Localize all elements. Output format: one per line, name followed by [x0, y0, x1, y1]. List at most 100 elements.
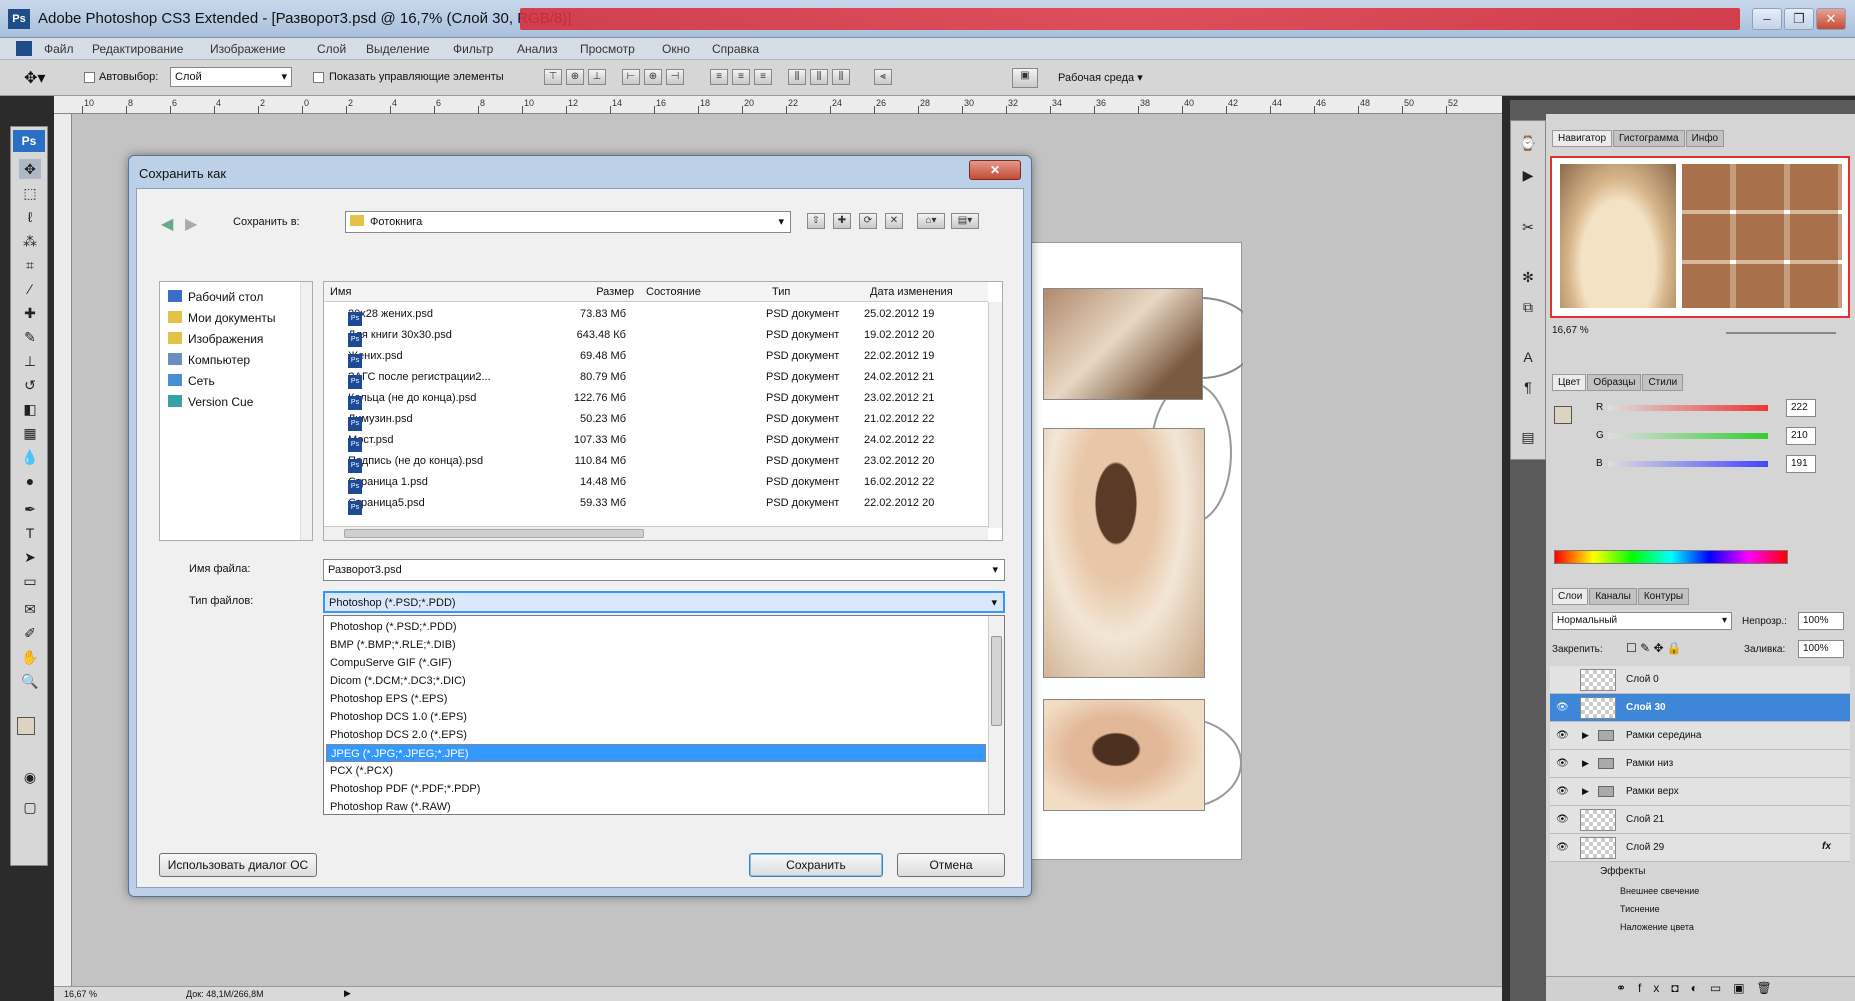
- gradient-tool-icon[interactable]: ▦: [19, 423, 41, 443]
- workspace-menu[interactable]: Рабочая среда ▾: [1058, 71, 1143, 84]
- move-tool-icon[interactable]: ✥: [19, 159, 41, 179]
- channel-value-field[interactable]: 222: [1786, 399, 1816, 417]
- status-zoom[interactable]: 16,67 %: [64, 989, 97, 999]
- filetype-option[interactable]: Photoshop PDF (*.PDF;*.PDP): [326, 780, 986, 798]
- ps-menu-icon[interactable]: [16, 41, 32, 56]
- file-row[interactable]: Ps Для книги 30x30.psd 643.48 Кб PSD докуме…: [348, 325, 988, 347]
- brushes-panel-icon[interactable]: ✻: [1517, 267, 1539, 287]
- autoselect-select[interactable]: Слой ▾: [170, 67, 292, 87]
- tab-color[interactable]: Цвет: [1552, 374, 1587, 391]
- align-hcenter-icon[interactable]: ⊕: [644, 69, 662, 85]
- align-right-icon[interactable]: ⊣: [666, 69, 684, 85]
- distribute-hcenter-icon[interactable]: ⫼: [810, 69, 828, 85]
- layer-row[interactable]: Слой 0: [1550, 666, 1850, 694]
- filetype-option[interactable]: PCX (*.PCX): [326, 762, 986, 780]
- history-panel-icon[interactable]: ⌚: [1517, 133, 1539, 153]
- tool-presets-icon[interactable]: ✂: [1517, 217, 1539, 237]
- effect-item[interactable]: Наложение цвета: [1620, 922, 1694, 932]
- visibility-eye-icon[interactable]: 👁: [1556, 730, 1569, 741]
- menu-filter[interactable]: Фильтр: [453, 42, 493, 56]
- filetype-option[interactable]: Photoshop DCS 1.0 (*.EPS): [326, 708, 986, 726]
- channel-value-field[interactable]: 210: [1786, 427, 1816, 445]
- visibility-eye-icon[interactable]: 👁: [1556, 786, 1569, 797]
- visibility-eye-icon[interactable]: 👁: [1556, 814, 1569, 825]
- lock-icons[interactable]: ☐ ✎ ✥ 🔒: [1626, 641, 1682, 655]
- tab-info[interactable]: Инфо: [1685, 130, 1725, 147]
- place-item[interactable]: Рабочий стол: [168, 290, 263, 304]
- tab-layers[interactable]: Слои: [1552, 588, 1589, 605]
- menu-image[interactable]: Изображение: [210, 42, 286, 56]
- filetype-list-scroll-thumb[interactable]: [991, 636, 1002, 726]
- layers-footer-icons[interactable]: ⚭fx◘◐▭▣🗑: [1546, 976, 1855, 1001]
- channel-value-field[interactable]: 191: [1786, 455, 1816, 473]
- place-item[interactable]: Мои документы: [168, 311, 275, 325]
- shape-tool-icon[interactable]: ▭: [19, 571, 41, 591]
- file-list-hscroll[interactable]: [324, 526, 988, 540]
- photo-frame-middle[interactable]: [1043, 428, 1205, 678]
- navigator-preview[interactable]: [1550, 156, 1850, 318]
- distribute-right-icon[interactable]: ⫼: [832, 69, 850, 85]
- status-arrow-icon[interactable]: ▶: [344, 988, 351, 999]
- distribute-left-icon[interactable]: ⫼: [788, 69, 806, 85]
- dialog-close-button[interactable]: ✕: [969, 160, 1021, 180]
- file-row[interactable]: Ps 20x28 жених.psd 73.83 Мб PSD документ 25.…: [348, 304, 988, 326]
- magic-wand-tool-icon[interactable]: ⁂: [19, 231, 41, 251]
- filetype-option[interactable]: Photoshop DCS 2.0 (*.EPS): [326, 726, 986, 744]
- layer-comps-icon[interactable]: ▤: [1517, 427, 1539, 447]
- menu-layer[interactable]: Слой: [317, 42, 346, 56]
- align-top-icon[interactable]: ⊤: [544, 69, 562, 85]
- file-list-hscroll-thumb[interactable]: [344, 529, 644, 538]
- paragraph-panel-icon[interactable]: ¶: [1517, 377, 1539, 397]
- save-button[interactable]: Сохранить: [749, 853, 883, 877]
- col-size[interactable]: Размер: [554, 282, 640, 302]
- navigator-zoom-slider[interactable]: [1726, 332, 1836, 334]
- stamp-tool-icon[interactable]: ⊥: [19, 351, 41, 371]
- photo-frame-bottom[interactable]: [1043, 699, 1205, 811]
- filetype-option[interactable]: Photoshop (*.PSD;*.PDD): [326, 618, 986, 636]
- cancel-button[interactable]: Отмена: [897, 853, 1005, 877]
- history-brush-tool-icon[interactable]: ↺: [19, 375, 41, 395]
- distribute-top-icon[interactable]: ≡: [710, 69, 728, 85]
- col-type[interactable]: Тип: [766, 282, 864, 302]
- filetype-option[interactable]: Photoshop EPS (*.EPS): [326, 690, 986, 708]
- layer-group-row[interactable]: 👁 ▶ Рамки середина: [1550, 722, 1850, 750]
- menu-window[interactable]: Окно: [662, 42, 690, 56]
- filetype-option[interactable]: BMP (*.BMP;*.RLE;*.DIB): [326, 636, 986, 654]
- bridge-icon[interactable]: ▣: [1012, 68, 1038, 88]
- color-spectrum-bar[interactable]: [1554, 550, 1788, 564]
- layer-row[interactable]: 👁 Слой 29 fx: [1550, 834, 1850, 862]
- type-tool-icon[interactable]: T: [19, 523, 41, 543]
- close-window-button[interactable]: ✕: [1816, 8, 1846, 30]
- file-row[interactable]: Ps ЗАГС после регистрации2... 80.79 Мб PSD …: [348, 367, 988, 389]
- delete-icon[interactable]: ✕: [885, 213, 903, 229]
- distribute-vcenter-icon[interactable]: ≡: [732, 69, 750, 85]
- move-tool-icon[interactable]: ✥▾: [24, 68, 45, 88]
- new-folder-icon[interactable]: ✚: [833, 213, 851, 229]
- fx-icon[interactable]: fx: [1822, 841, 1831, 852]
- screen-mode-icon[interactable]: ▢: [19, 797, 41, 817]
- tab-paths[interactable]: Контуры: [1637, 588, 1690, 605]
- pen-tool-icon[interactable]: ✒: [19, 499, 41, 519]
- filetype-option[interactable]: CompuServe GIF (*.GIF): [326, 654, 986, 672]
- clone-source-icon[interactable]: ⧉: [1517, 297, 1539, 317]
- visibility-eye-icon[interactable]: 👁: [1556, 842, 1569, 853]
- marquee-tool-icon[interactable]: ⬚: [19, 183, 41, 203]
- visibility-eye-icon[interactable]: 👁: [1556, 758, 1569, 769]
- menu-edit[interactable]: Редактирование: [92, 42, 183, 56]
- place-item[interactable]: Изображения: [168, 332, 263, 346]
- effect-item[interactable]: Тиснение: [1620, 904, 1660, 914]
- effect-item[interactable]: Внешнее свечение: [1620, 886, 1699, 896]
- file-list-vscroll[interactable]: [988, 302, 1002, 528]
- auto-align-icon[interactable]: ⫷: [874, 69, 892, 85]
- file-row[interactable]: Ps Жених.psd 69.48 Мб PSD документ 22.02.201…: [348, 346, 988, 368]
- tab-navigator[interactable]: Навигатор: [1552, 130, 1613, 147]
- menu-view[interactable]: Просмотр: [580, 42, 635, 56]
- slice-tool-icon[interactable]: ∕: [19, 279, 41, 299]
- eyedropper-tool-icon[interactable]: ✐: [19, 623, 41, 643]
- file-row[interactable]: Ps Подпись (не до конца).psd 110.84 Мб PSD …: [348, 451, 988, 473]
- color-fg-swatch[interactable]: [1554, 406, 1572, 424]
- eraser-tool-icon[interactable]: ◧: [19, 399, 41, 419]
- menu-select[interactable]: Выделение: [366, 42, 430, 56]
- dodge-tool-icon[interactable]: ●: [19, 471, 41, 491]
- fill-field[interactable]: 100%: [1798, 640, 1844, 658]
